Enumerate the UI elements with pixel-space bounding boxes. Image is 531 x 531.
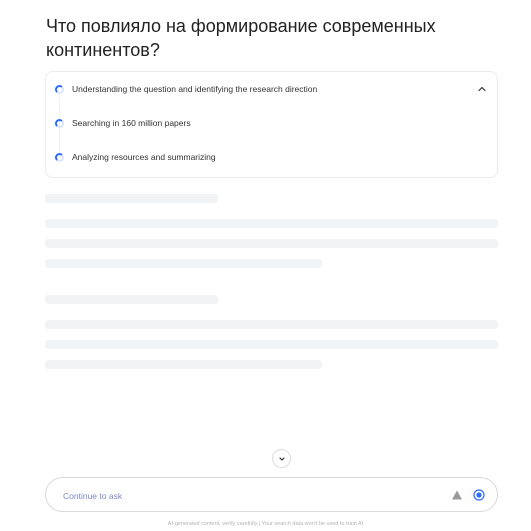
stop-button[interactable] (472, 488, 486, 502)
stop-record-icon (473, 489, 485, 501)
skeleton-heading (45, 295, 218, 304)
collapse-steps-button[interactable] (475, 82, 489, 96)
spinner-icon (55, 152, 64, 162)
chevron-up-icon (478, 86, 486, 92)
research-steps-panel: Understanding the question and identifyi… (45, 71, 498, 178)
chevron-down-icon (278, 456, 285, 461)
skeleton-line (45, 219, 498, 228)
spinner-icon (55, 118, 64, 128)
ai-disclaimer: AI-generated content, verify carefully |… (167, 521, 364, 527)
scroll-to-bottom-button[interactable] (272, 449, 291, 468)
skeleton-line (45, 259, 322, 268)
skeleton-heading (45, 194, 218, 203)
step-label: Analyzing resources and summarizing (72, 152, 216, 162)
skeleton-line (45, 340, 498, 349)
step-understanding: Understanding the question and identifyi… (55, 82, 317, 96)
step-label: Searching in 160 million papers (72, 118, 191, 128)
spinner-icon (55, 84, 64, 94)
triangle-icon (452, 490, 462, 500)
ask-box (45, 477, 498, 512)
step-label: Understanding the question and identifyi… (72, 84, 318, 94)
step-analyzing: Analyzing resources and summarizing (55, 150, 216, 164)
mode-button[interactable] (450, 488, 464, 502)
skeleton-line (45, 239, 498, 248)
ask-input[interactable] (61, 487, 435, 505)
step-searching: Searching in 160 million papers (55, 116, 191, 130)
skeleton-line (45, 320, 498, 329)
question-title: Что повлияло на формирование современных… (46, 16, 436, 60)
skeleton-line (45, 360, 322, 369)
